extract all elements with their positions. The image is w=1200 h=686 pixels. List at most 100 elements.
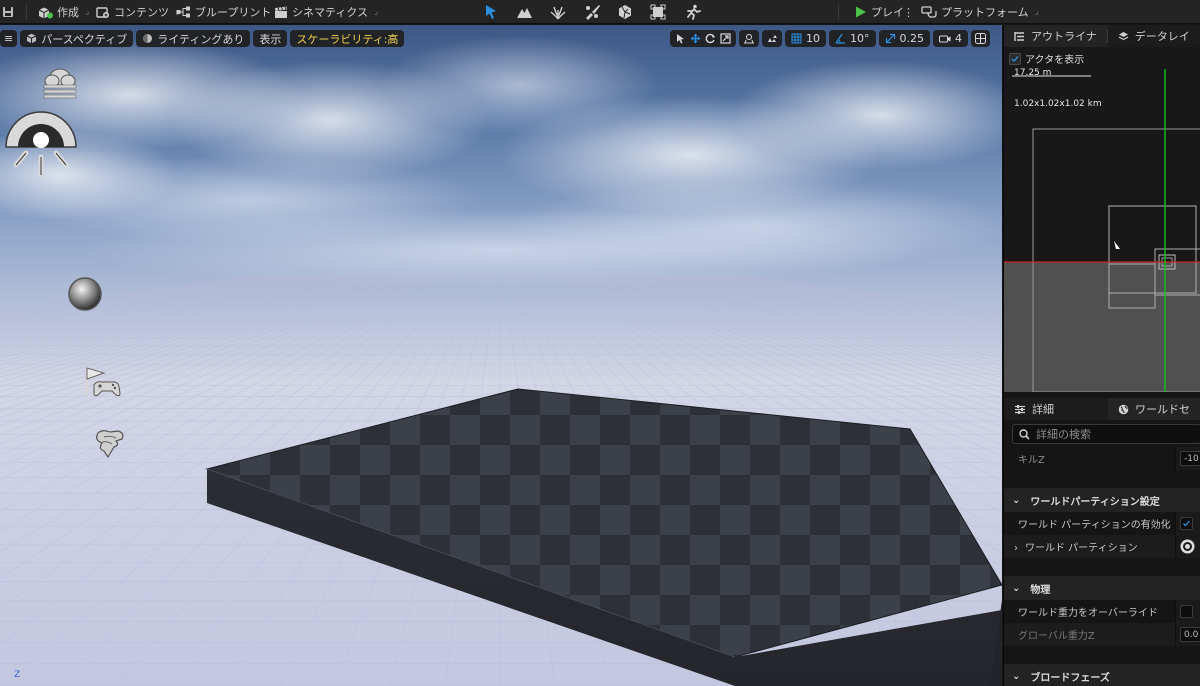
world-partition-asset-icon[interactable] — [1180, 539, 1195, 554]
scalability-button[interactable]: スケーラビリティ:高 — [290, 30, 405, 47]
toolbar-divider — [26, 4, 27, 20]
mesh-paint-mode-button[interactable] — [582, 2, 602, 22]
running-figure-icon — [687, 4, 701, 20]
kill-z-row: キルZ -10 — [1004, 447, 1200, 470]
scale-snap-value: 0.25 — [899, 32, 925, 45]
enable-world-partition-value-cell — [1175, 512, 1200, 535]
add-cube-icon — [38, 7, 53, 18]
foliage-mode-button[interactable] — [548, 2, 568, 22]
platforms-label: プラットフォーム — [941, 6, 1029, 19]
global-gravity-z-input[interactable]: 0.0 — [1180, 627, 1200, 642]
scale-icon[interactable] — [720, 33, 731, 44]
camera-speed-value: 4 — [955, 32, 962, 45]
view-mode-label: ライティングあり — [157, 32, 245, 46]
level-viewport[interactable]: ≡ パースペクティブ ライティングあり 表示 スケーラビリティ:高 10 10°… — [0, 25, 1002, 686]
sky-clouds — [0, 35, 1002, 290]
cinematics-menu-label: シネマティクス — [292, 6, 369, 19]
main-toolbar: 作成 ⌟ コンテンツ ⌟ ブループリント ⌟ シネマティクス ⌟ プレイ — [0, 0, 1200, 24]
animation-mode-button[interactable] — [683, 2, 703, 22]
view-mode-button[interactable]: ライティングあり — [136, 30, 251, 47]
world-partition-row[interactable]: › ワールド パーティション — [1004, 535, 1200, 558]
world-partition-minimap[interactable]: アクタを表示 17.25 m 1.02x1.02x1.02 km — [1004, 47, 1200, 392]
details-tabbar: 詳細 ワールドセ — [1004, 398, 1200, 420]
chevron-down-icon: ⌟ — [374, 7, 379, 17]
search-icon — [1019, 428, 1030, 440]
world-local-toggle[interactable] — [762, 30, 782, 47]
landscape-mode-button[interactable] — [514, 2, 534, 22]
play-icon — [856, 6, 866, 18]
category-physics-label: 物理 — [1030, 584, 1051, 596]
create-menu-button[interactable]: 作成 ⌟ — [38, 0, 89, 24]
toolbar-divider — [838, 4, 839, 20]
category-physics[interactable]: ⌄ 物理 — [1004, 576, 1200, 600]
tab-data-layers[interactable]: データレイ — [1108, 25, 1200, 47]
play-options-button[interactable]: ⋮ — [903, 0, 914, 24]
perspective-button[interactable]: パースペクティブ — [20, 30, 134, 47]
fog-volume-icon[interactable] — [92, 427, 128, 459]
select-arrow-icon[interactable] — [675, 33, 686, 44]
show-actors-toggle[interactable]: アクタを表示 — [1009, 51, 1084, 66]
viewport-options-button[interactable]: ≡ — [0, 30, 18, 47]
camera-speed-button[interactable]: 4 — [933, 30, 968, 47]
layout-button[interactable] — [971, 30, 990, 47]
play-label: プレイ — [871, 6, 904, 19]
show-actors-checkbox[interactable] — [1009, 52, 1021, 65]
fracture-mode-button[interactable] — [615, 2, 635, 22]
rotation-snap-button[interactable]: 10° — [829, 30, 876, 47]
content-menu-button[interactable]: コンテンツ ⌟ — [96, 0, 179, 24]
play-button[interactable]: プレイ — [855, 0, 904, 24]
cinematics-menu-button[interactable]: シネマティクス ⌟ — [274, 0, 378, 24]
directional-light-icon[interactable] — [4, 107, 78, 181]
details-search-input[interactable]: 詳細の検索 — [1012, 424, 1200, 444]
scale-snap-button[interactable]: 0.25 — [878, 30, 930, 47]
enable-world-partition-checkbox[interactable] — [1180, 517, 1193, 530]
save-icon — [3, 7, 13, 17]
viewport-scene — [0, 35, 1002, 686]
tab-details[interactable]: 詳細 — [1004, 398, 1064, 420]
category-world-partition[interactable]: ⌄ ワールドパーティション設定 — [1004, 488, 1200, 512]
platforms-menu-button[interactable]: プラットフォーム ⌟ — [921, 0, 1039, 24]
select-mode-icon — [486, 5, 496, 19]
sphere-reflection-capture-icon[interactable] — [67, 276, 103, 312]
camera-frustum-icon — [1114, 241, 1120, 249]
grid-snap-button[interactable]: 10 — [785, 30, 826, 47]
select-mode-button[interactable] — [481, 2, 501, 22]
checkmark-icon — [1011, 55, 1019, 62]
scalability-label: スケーラビリティ:高 — [296, 32, 399, 46]
player-start-icon[interactable] — [82, 365, 122, 399]
save-button[interactable] — [2, 0, 14, 24]
enable-world-partition-label: ワールド パーティションの有効化 — [1018, 520, 1171, 531]
chevron-down-icon: ⌄ — [1012, 670, 1021, 682]
kill-z-input[interactable]: -10 — [1180, 451, 1200, 466]
enable-world-partition-row: ワールド パーティションの有効化 — [1004, 512, 1200, 535]
details-search-placeholder: 詳細の検索 — [1036, 428, 1091, 441]
override-world-gravity-checkbox[interactable] — [1180, 605, 1193, 618]
show-flags-button[interactable]: 表示 — [253, 30, 288, 47]
modeling-mode-button[interactable] — [648, 2, 668, 22]
surface-snap-icon — [744, 34, 754, 44]
chevron-down-icon: ⌄ — [1012, 494, 1021, 506]
modeling-icon — [650, 4, 666, 20]
sky-atmosphere-icon[interactable] — [40, 63, 80, 103]
blueprint-menu-button[interactable]: ブループリント ⌟ — [176, 0, 282, 24]
minimap-extent-label: 1.02x1.02x1.02 km — [1014, 99, 1102, 109]
global-gravity-z-value-cell: 0.0 — [1175, 623, 1200, 646]
tab-outliner-label: アウトライナ — [1031, 30, 1097, 43]
tab-outliner[interactable]: アウトライナ — [1004, 25, 1107, 47]
override-world-gravity-row: ワールド重力をオーバーライド — [1004, 600, 1200, 623]
rotate-icon[interactable] — [705, 33, 716, 44]
surface-snap-button[interactable] — [739, 30, 759, 47]
tab-data-layers-label: データレイ — [1134, 30, 1190, 43]
translate-icon[interactable] — [690, 33, 701, 44]
tab-details-label: 詳細 — [1032, 403, 1054, 416]
camera-icon — [939, 35, 951, 42]
checkmark-icon — [1183, 520, 1190, 527]
layers-icon — [1118, 31, 1129, 40]
category-broadphase[interactable]: ⌄ ブロードフェーズ — [1004, 664, 1200, 686]
scale-arrow-icon — [885, 33, 895, 44]
world-partition-row-content: › ワールド パーティション — [1004, 539, 1173, 554]
chevron-right-icon: › — [1014, 543, 1018, 554]
tab-world-settings[interactable]: ワールドセ — [1108, 398, 1200, 420]
blueprint-menu-label: ブループリント — [195, 6, 272, 19]
category-broadphase-label: ブロードフェーズ — [1030, 672, 1110, 684]
